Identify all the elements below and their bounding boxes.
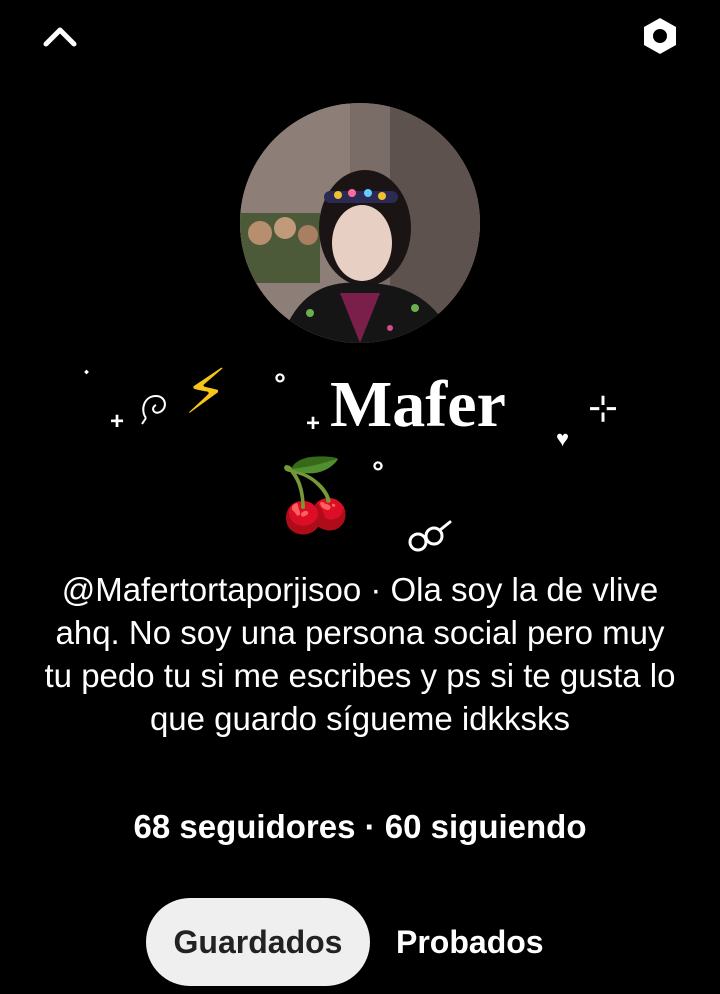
tab-guardados[interactable]: Guardados [146,898,370,986]
settings-hexagon-icon [644,18,676,54]
tab-probados[interactable]: Probados [370,898,544,986]
ring-sparkle-icon: ° [274,368,286,401]
followers-count[interactable]: 68 seguidores [134,808,356,845]
back-button[interactable] [38,14,82,58]
plus-sparkle-icon: + [306,410,321,437]
sparkle-dot-icon: ⬩ [84,363,90,379]
profile-name-area: ⬩ + ⚡ ° + Mafer ♥ ⊹ 🍒 ° [0,350,720,560]
profile-photo [240,103,480,343]
cherry-emoji: 🍒 [272,456,360,534]
settings-button[interactable] [638,14,682,58]
profile-bio: @Mafertortaporjisoo · Ola soy la de vliv… [44,571,676,737]
stats-separator: · [355,808,385,845]
heart-sparkle-icon: ♥ [556,426,570,451]
profile-avatar[interactable] [240,103,480,343]
chevron-up-icon [43,27,77,47]
profile-tabs: Guardados Probados [146,898,544,986]
ring-sparkle-icon: ° [372,456,384,489]
profile-name: Mafer [330,368,506,441]
lightning-emoji: ⚡ [184,358,228,427]
profile-stats: 68 seguidores · 60 siguiendo [0,808,720,846]
plus-sparkle-icon: + [110,408,125,435]
bow-icon [408,520,452,552]
star-sparkle-icon: ⊹ [588,387,619,428]
following-count[interactable]: 60 siguiendo [385,808,587,845]
swirl-icon [141,394,166,425]
